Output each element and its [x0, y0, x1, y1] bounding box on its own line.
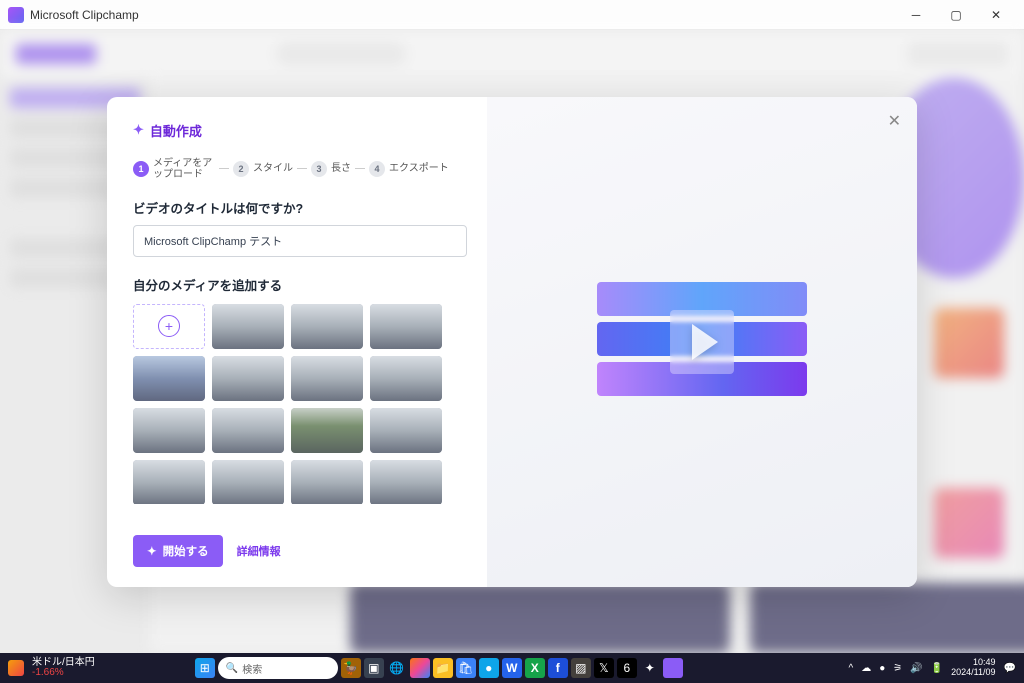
title-question: ビデオのタイトルは何ですか?: [133, 198, 467, 217]
media-thumbnail[interactable]: [291, 460, 363, 504]
tray-onedrive-icon[interactable]: ●: [879, 663, 885, 674]
modal-preview-panel: [487, 97, 917, 587]
media-thumbnail[interactable]: [133, 408, 205, 453]
preview-artwork: [597, 282, 807, 402]
media-thumbnail[interactable]: [212, 460, 284, 504]
taskbar-excel-icon[interactable]: X: [525, 658, 545, 678]
auto-create-label: 自動作成: [150, 121, 202, 140]
taskbar-clipchamp-icon[interactable]: [663, 658, 683, 678]
window-titlebar: Microsoft Clipchamp ─ ▢ ✕: [0, 0, 1024, 30]
start-button-label: 開始する: [163, 543, 209, 559]
media-thumbnail[interactable]: [291, 408, 363, 453]
sparkle-icon: ✦: [133, 122, 144, 138]
media-thumbnail[interactable]: [133, 356, 205, 401]
tray-volume-icon[interactable]: 🔊: [910, 663, 922, 674]
start-button[interactable]: ⊞: [195, 658, 215, 678]
app-icon: [8, 7, 24, 23]
play-icon: [670, 310, 734, 374]
media-thumbnail[interactable]: [212, 304, 284, 349]
taskbar-app-icon[interactable]: ▣: [364, 658, 384, 678]
minimize-button[interactable]: ─: [896, 0, 936, 30]
media-thumbnail[interactable]: [370, 408, 442, 453]
close-window-button[interactable]: ✕: [976, 0, 1016, 30]
video-title-input[interactable]: [133, 225, 467, 257]
media-thumbnail[interactable]: [133, 460, 205, 504]
window-title: Microsoft Clipchamp: [30, 8, 896, 22]
taskbar-chrome-icon[interactable]: 🌐: [387, 658, 407, 678]
tray-battery-icon[interactable]: 🔋: [931, 663, 943, 674]
search-icon: 🔍: [226, 663, 238, 674]
modal-left-panel: ✦ 自動作成 1 メディアをアップロード 2 スタイル 3 長さ: [107, 97, 487, 587]
taskbar-copilot-icon[interactable]: [410, 658, 430, 678]
step-export[interactable]: 4 エクスポート: [369, 161, 449, 177]
widget-icon[interactable]: [8, 660, 24, 676]
tray-chevron-icon[interactable]: ^: [849, 663, 854, 674]
start-button[interactable]: ✦ 開始する: [133, 535, 223, 567]
taskbar-x-icon[interactable]: 𝕏: [594, 658, 614, 678]
maximize-button[interactable]: ▢: [936, 0, 976, 30]
media-thumbnail[interactable]: [370, 304, 442, 349]
media-thumbnail[interactable]: [212, 356, 284, 401]
tray-wifi-icon[interactable]: ⚞: [893, 663, 902, 674]
taskbar-app-icon[interactable]: 6: [617, 658, 637, 678]
taskbar-photos-icon[interactable]: ✦: [640, 658, 660, 678]
currency-widget[interactable]: 米ドル/日本円 -1.66%: [32, 658, 95, 678]
media-grid[interactable]: +: [133, 304, 467, 504]
taskbar-app-icon[interactable]: ▨: [571, 658, 591, 678]
taskbar-facebook-icon[interactable]: f: [548, 658, 568, 678]
taskbar-search[interactable]: 🔍 検索: [218, 657, 338, 679]
wizard-steps: 1 メディアをアップロード 2 スタイル 3 長さ 4 エクスポート: [133, 158, 467, 180]
modal-backdrop: ✕ ✦ 自動作成 1 メディアをアップロード 2 スタイル 3: [0, 30, 1024, 653]
taskbar-word-icon[interactable]: W: [502, 658, 522, 678]
taskbar-app-icon[interactable]: 🦆: [341, 658, 361, 678]
add-media-button[interactable]: +: [133, 304, 205, 349]
media-thumbnail[interactable]: [370, 356, 442, 401]
taskbar-store-icon[interactable]: 🛍: [456, 658, 476, 678]
sparkle-icon: ✦: [147, 544, 157, 558]
tray-cloud-icon[interactable]: ☁: [861, 663, 871, 674]
step-length[interactable]: 3 長さ: [311, 161, 351, 177]
plus-icon: +: [158, 315, 180, 337]
notification-icon[interactable]: 💬: [1004, 663, 1016, 674]
auto-create-header: ✦ 自動作成: [133, 121, 467, 140]
add-media-label: 自分のメディアを追加する: [133, 275, 467, 294]
media-thumbnail[interactable]: [370, 460, 442, 504]
taskbar-app-icon[interactable]: ●: [479, 658, 499, 678]
taskbar-explorer-icon[interactable]: 📁: [433, 658, 453, 678]
media-thumbnail[interactable]: [291, 304, 363, 349]
step-style[interactable]: 2 スタイル: [233, 161, 293, 177]
close-icon[interactable]: ✕: [888, 111, 901, 131]
auto-create-modal: ✕ ✦ 自動作成 1 メディアをアップロード 2 スタイル 3: [107, 97, 917, 587]
media-thumbnail[interactable]: [212, 408, 284, 453]
details-link[interactable]: 詳細情報: [237, 543, 281, 559]
media-thumbnail[interactable]: [291, 356, 363, 401]
windows-taskbar: 米ドル/日本円 -1.66% ⊞ 🔍 検索 🦆 ▣ 🌐 📁 🛍 ● W X f …: [0, 653, 1024, 683]
step-upload[interactable]: 1 メディアをアップロード: [133, 158, 215, 180]
taskbar-clock[interactable]: 10:49 2024/11/09: [951, 658, 995, 678]
